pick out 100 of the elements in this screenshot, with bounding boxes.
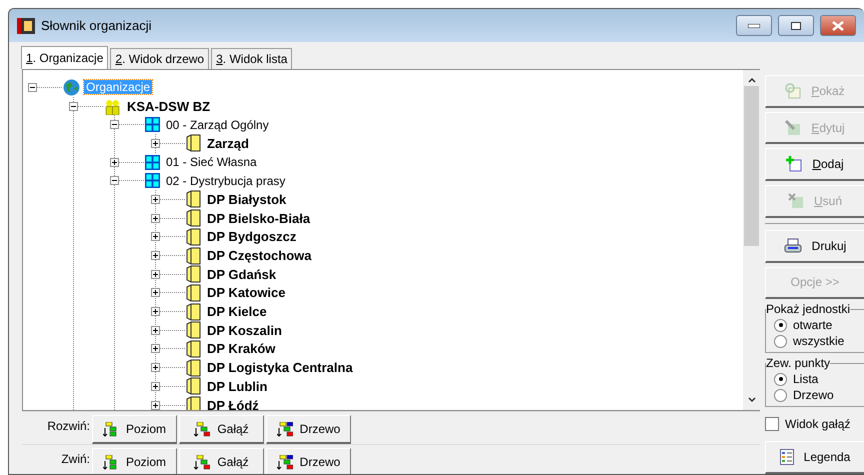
expand-toggle[interactable] bbox=[151, 270, 160, 279]
binder-icon bbox=[186, 377, 201, 396]
binder-icon bbox=[186, 265, 201, 284]
tree-item[interactable]: DP Łódź bbox=[205, 398, 261, 410]
grid-icon bbox=[145, 117, 160, 132]
expand-toggle[interactable] bbox=[151, 307, 160, 316]
tree-item[interactable]: DP Koszalin bbox=[205, 322, 284, 338]
group-title: Pokaż jednostki bbox=[766, 302, 850, 316]
tab[interactable]: 2. Widok drzewo bbox=[110, 48, 210, 69]
pencil-icon bbox=[785, 120, 802, 136]
tree-item[interactable]: DP Logistyka Centralna bbox=[205, 360, 355, 376]
tree-item[interactable]: DP Lublin bbox=[205, 378, 270, 394]
collapse-button[interactable]: Drzewo bbox=[266, 448, 351, 474]
tree-item[interactable]: KSA-DSW BZ bbox=[125, 98, 212, 114]
expand-button[interactable]: Gałąź bbox=[179, 415, 264, 444]
window-title: Słownik organizacji bbox=[41, 18, 153, 33]
tree-item[interactable]: Zarząd bbox=[205, 136, 251, 151]
binder-icon bbox=[186, 302, 201, 321]
binder-icon bbox=[186, 284, 201, 302]
radio-label: Lista bbox=[793, 372, 818, 386]
checkbox-label: Widok gałąź bbox=[785, 417, 850, 432]
minimize-button[interactable] bbox=[736, 15, 772, 36]
close-icon bbox=[832, 20, 844, 30]
expand-button[interactable]: Poziom bbox=[92, 415, 177, 444]
binder-icon bbox=[186, 396, 201, 410]
collapse-button[interactable]: Gałąź bbox=[179, 448, 264, 474]
expand-toggle[interactable] bbox=[151, 194, 160, 204]
hierarchy-icon bbox=[102, 454, 119, 470]
side-button[interactable]: Dodaj bbox=[765, 148, 864, 182]
binder-icon bbox=[186, 228, 201, 246]
expand-toggle[interactable] bbox=[151, 382, 160, 391]
collapse-label: Zwiń: bbox=[60, 451, 90, 466]
binder-icon bbox=[186, 209, 201, 228]
tree-item[interactable]: 01 - Sieć Własna bbox=[164, 155, 259, 170]
expand-toggle[interactable] bbox=[151, 326, 160, 335]
people-icon bbox=[104, 98, 121, 115]
expand-toggle[interactable] bbox=[151, 251, 160, 260]
list-icon bbox=[780, 449, 794, 466]
collapse-toggle[interactable] bbox=[110, 176, 119, 186]
expand-toggle[interactable] bbox=[151, 288, 160, 298]
delete-icon bbox=[788, 193, 804, 210]
hierarchy-icon bbox=[276, 422, 293, 436]
tree-item[interactable]: DP Kraków bbox=[205, 341, 278, 356]
tab[interactable]: 1. Organizacje bbox=[21, 46, 108, 69]
expand-toggle[interactable] bbox=[151, 232, 160, 242]
binder-icon bbox=[186, 340, 201, 358]
tree-item[interactable]: DP Częstochowa bbox=[205, 248, 314, 264]
collapse-toggle[interactable] bbox=[110, 120, 119, 130]
radio-label: Drzewo bbox=[793, 388, 834, 402]
expand-toggle[interactable] bbox=[151, 363, 160, 372]
binder-icon bbox=[186, 190, 201, 208]
radio-button[interactable] bbox=[774, 372, 787, 386]
hierarchy-icon bbox=[276, 454, 293, 470]
expand-toggle[interactable] bbox=[151, 344, 160, 354]
tree-item[interactable]: DP Bielsko-Biała bbox=[205, 210, 312, 226]
scrollbar[interactable] bbox=[743, 70, 760, 410]
tree-item[interactable]: 02 - Dystrybucja prasy bbox=[164, 174, 288, 188]
tree-item[interactable]: DP Kielce bbox=[205, 304, 269, 320]
globe-icon bbox=[63, 78, 80, 96]
tree-item[interactable]: DP Gdańsk bbox=[205, 266, 278, 282]
collapse-toggle[interactable] bbox=[28, 82, 37, 92]
binder-icon bbox=[186, 321, 201, 340]
expand-toggle[interactable] bbox=[151, 400, 160, 410]
collapse-button[interactable]: Poziom bbox=[92, 448, 177, 474]
tree-item[interactable]: DP Białystok bbox=[205, 192, 288, 207]
tree-item[interactable]: DP Katowice bbox=[205, 285, 288, 300]
expand-toggle[interactable] bbox=[151, 214, 160, 223]
radio-label: otwarte bbox=[793, 318, 832, 332]
group-title: Zew. punkty bbox=[766, 356, 830, 370]
radio-button[interactable] bbox=[774, 388, 787, 402]
minimize-icon bbox=[748, 24, 760, 28]
app-icon bbox=[17, 18, 35, 34]
close-button[interactable] bbox=[820, 15, 856, 36]
expand-toggle[interactable] bbox=[110, 158, 119, 167]
tab[interactable]: 3. Widok lista bbox=[211, 48, 292, 69]
hierarchy-icon bbox=[102, 422, 119, 436]
hierarchy-icon bbox=[194, 422, 210, 436]
tree-item[interactable]: DP Bydgoszcz bbox=[205, 229, 298, 244]
maximize-button[interactable] bbox=[778, 15, 814, 36]
expand-toggle[interactable] bbox=[151, 138, 160, 148]
collapse-toggle[interactable] bbox=[69, 102, 78, 111]
binder-icon bbox=[186, 358, 201, 377]
binder-icon bbox=[186, 246, 201, 265]
binder-icon bbox=[186, 134, 201, 152]
radio-button[interactable] bbox=[774, 318, 787, 332]
hierarchy-icon bbox=[194, 454, 210, 470]
expand-label: Rozwiń: bbox=[46, 418, 90, 433]
legend-button[interactable]: Legenda bbox=[765, 441, 864, 474]
grid-icon bbox=[145, 173, 160, 188]
radio-label: wszystkie bbox=[793, 334, 844, 348]
add-icon bbox=[786, 156, 802, 172]
checkbox[interactable] bbox=[765, 417, 779, 432]
tree-item[interactable]: 00 - Zarząd Ogólny bbox=[164, 118, 271, 132]
radio-button[interactable] bbox=[774, 334, 787, 348]
magnifier-icon bbox=[785, 82, 802, 99]
side-button[interactable]: Drukuj bbox=[765, 230, 864, 263]
printer-icon bbox=[784, 238, 802, 254]
maximize-icon bbox=[791, 22, 801, 30]
expand-button[interactable]: Drzewo bbox=[266, 415, 351, 444]
grid-icon bbox=[145, 154, 160, 170]
